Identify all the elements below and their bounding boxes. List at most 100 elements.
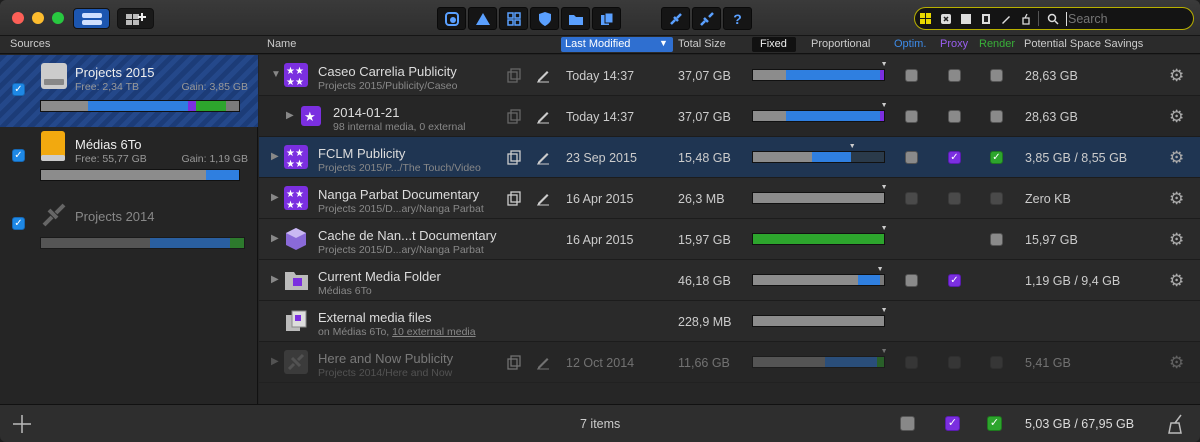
render-total-checkbox[interactable]: ✓	[987, 416, 1002, 431]
optim-checkbox[interactable]	[905, 110, 918, 123]
render-header[interactable]: Render	[979, 38, 1015, 50]
app-window: ? Sources Name Last Modified ▼ Total Siz…	[0, 0, 1200, 442]
source-projects-2014[interactable]: ✓ Projects 2014	[0, 199, 258, 271]
size-marker-icon: ▼	[880, 184, 888, 191]
render-checkbox[interactable]	[990, 356, 1003, 369]
render-checkbox[interactable]	[990, 69, 1003, 82]
add-source-button[interactable]	[117, 8, 154, 29]
sources-header: Sources	[10, 38, 51, 50]
optim-checkbox[interactable]	[905, 274, 918, 287]
gear-icon[interactable]: ⚙	[1169, 230, 1184, 250]
fixed-toggle[interactable]: Fixed	[752, 37, 796, 52]
gear-icon[interactable]: ⚙	[1169, 66, 1184, 86]
gear-icon[interactable]: ⚙	[1169, 107, 1184, 127]
filter-grid-icon[interactable]	[917, 10, 935, 28]
source-medias-6to[interactable]: ✓ Médias 6To Free: 55,77 GB Gain: 1,19 G…	[0, 127, 258, 199]
table-row[interactable]: ▶ ★★ ★★ FCLM Publicity Projects 2015/P.../Th…	[259, 137, 1200, 178]
proxy-header[interactable]: Proxy	[940, 38, 968, 50]
search-input[interactable]	[1066, 11, 1176, 26]
duplicate-button[interactable]	[505, 148, 523, 166]
render-checkbox[interactable]	[990, 110, 1003, 123]
folder-button[interactable]	[561, 7, 590, 30]
grid-view-button[interactable]	[499, 7, 528, 30]
optim-checkbox[interactable]	[905, 192, 918, 205]
external-files-icon	[284, 309, 308, 333]
source-checkbox[interactable]: ✓	[12, 149, 25, 162]
table-row[interactable]: ▶ ★★ ★★ Nanga Parbat Documentary Projects 20…	[259, 178, 1200, 219]
duplicate-button[interactable]	[505, 107, 523, 125]
proxy-total-checkbox[interactable]: ✓	[945, 416, 960, 431]
duplicate-button[interactable]	[505, 353, 523, 371]
gear-icon[interactable]: ⚙	[1169, 271, 1184, 291]
edit-button[interactable]	[534, 189, 552, 207]
render-checkbox[interactable]	[990, 233, 1003, 246]
optim-total-checkbox[interactable]	[900, 416, 915, 431]
copy-button[interactable]	[592, 7, 621, 30]
table-row[interactable]: ▶ Cache de Nan...t Documentary Projects 20…	[259, 219, 1200, 260]
help-button[interactable]: ?	[723, 7, 752, 30]
edit-button[interactable]	[534, 148, 552, 166]
disclosure-triangle-icon[interactable]: ▶	[271, 192, 279, 203]
total-size-header[interactable]: Total Size	[678, 38, 726, 50]
proxy-checkbox[interactable]	[948, 110, 961, 123]
optim-checkbox[interactable]	[905, 69, 918, 82]
proxy-checkbox[interactable]: ✓	[948, 274, 961, 287]
proxy-checkbox[interactable]	[948, 356, 961, 369]
disconnect-button[interactable]	[661, 7, 690, 30]
row-size: 15,48 GB	[678, 151, 731, 165]
table-row[interactable]: ▶ ★ 2014-01-21 98 internal media, 0 externa…	[259, 96, 1200, 137]
optim-header[interactable]: Optim.	[894, 38, 926, 50]
connect-button[interactable]	[692, 7, 721, 30]
filter-film-icon[interactable]	[977, 10, 995, 28]
sources-toggle-button[interactable]	[73, 8, 110, 29]
minimize-window-button[interactable]	[32, 12, 44, 24]
name-column-header[interactable]: Name	[267, 38, 296, 50]
disclosure-triangle-icon[interactable]: ▶	[271, 151, 279, 162]
duplicate-button[interactable]	[505, 66, 523, 84]
optim-checkbox[interactable]	[905, 356, 918, 369]
duplicate-button[interactable]	[505, 189, 523, 207]
proxy-checkbox[interactable]: ✓	[948, 151, 961, 164]
table-row[interactable]: ▼ ★★ ★★ Caseo Carrelia Publicity Projects 20…	[259, 55, 1200, 96]
external-media-link[interactable]: 10 external media	[392, 326, 475, 338]
gear-icon[interactable]: ⚙	[1169, 148, 1184, 168]
render-checkbox[interactable]: ✓	[990, 151, 1003, 164]
filter-thumb-icon[interactable]	[1017, 10, 1035, 28]
edit-button[interactable]	[534, 66, 552, 84]
table-row[interactable]: ▶ Here and Now Publicity Projects 2014/Her…	[259, 342, 1200, 383]
source-usage-bar	[40, 237, 245, 249]
warnings-button[interactable]	[468, 7, 497, 30]
filter-pen-icon[interactable]	[997, 10, 1015, 28]
size-bar-segment	[880, 111, 884, 121]
disclosure-triangle-icon[interactable]: ▶	[271, 233, 279, 244]
source-name: Médias 6To	[75, 137, 142, 152]
optim-checkbox[interactable]	[905, 151, 918, 164]
proportional-toggle[interactable]: Proportional	[811, 38, 870, 50]
broom-icon[interactable]	[1165, 413, 1187, 435]
zoom-window-button[interactable]	[52, 12, 64, 24]
disclosure-triangle-icon[interactable]: ▶	[271, 274, 279, 285]
render-checkbox[interactable]	[990, 192, 1003, 205]
disclosure-triangle-icon[interactable]: ▶	[286, 110, 294, 121]
table-row[interactable]: External media files on Médias 6To, 10 ex…	[259, 301, 1200, 342]
gear-icon[interactable]: ⚙	[1169, 189, 1184, 209]
edit-button[interactable]	[534, 353, 552, 371]
source-checkbox[interactable]: ✓	[12, 83, 25, 96]
shield-button[interactable]	[530, 7, 559, 30]
savings-header[interactable]: Potential Space Savings	[1024, 38, 1143, 50]
filter-close-icon[interactable]	[937, 10, 955, 28]
table-row[interactable]: ▶ Current Media Folder Médias 6To 46,18 GB ▼…	[259, 260, 1200, 301]
source-checkbox[interactable]: ✓	[12, 217, 25, 230]
proxy-checkbox[interactable]	[948, 192, 961, 205]
last-modified-column-header[interactable]: Last Modified ▼	[561, 37, 673, 52]
close-window-button[interactable]	[12, 12, 24, 24]
disclosure-triangle-icon[interactable]: ▼	[271, 69, 281, 80]
disclosure-triangle-icon[interactable]: ▶	[271, 356, 279, 367]
add-icon[interactable]	[12, 414, 32, 434]
proxy-checkbox[interactable]	[948, 69, 961, 82]
edit-button[interactable]	[534, 107, 552, 125]
filter-clapper-icon[interactable]	[957, 10, 975, 28]
inspect-button[interactable]	[437, 7, 466, 30]
source-projects-2015[interactable]: ✓ Projects 2015 Free: 2,34 TB Gain: 3,85…	[0, 55, 258, 127]
gear-icon[interactable]: ⚙	[1169, 353, 1184, 373]
